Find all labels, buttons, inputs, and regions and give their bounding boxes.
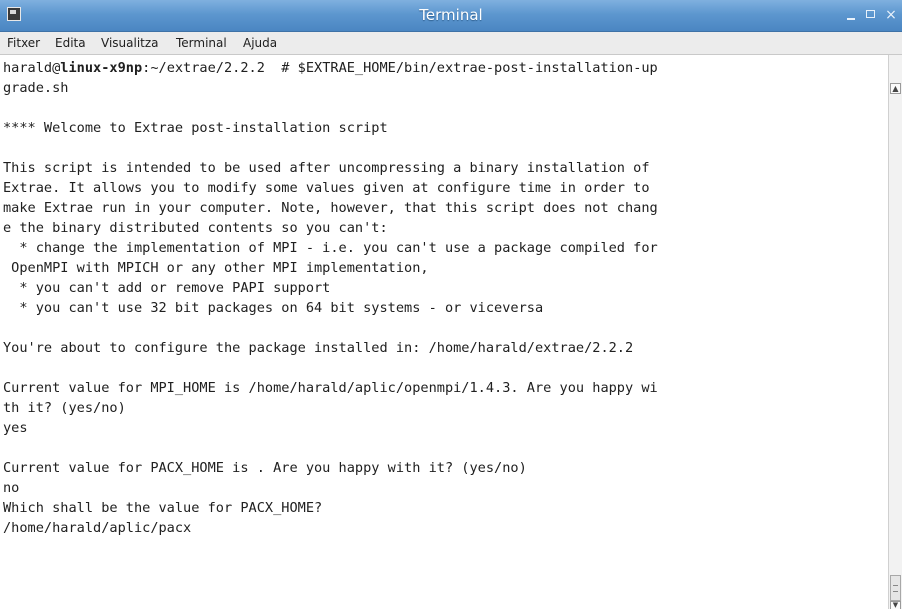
prompt-path: :~/extrae/2.2.2 bbox=[142, 60, 265, 76]
prompt-host: linux-x9np bbox=[60, 60, 143, 76]
terminal-line: make Extrae run in your computer. Note, … bbox=[3, 200, 658, 216]
terminal-line: /home/harald/aplic/pacx bbox=[3, 520, 192, 536]
close-icon: × bbox=[885, 7, 897, 23]
close-button[interactable]: × bbox=[882, 6, 900, 24]
terminal-line: yes bbox=[3, 420, 28, 436]
maximize-icon bbox=[866, 10, 875, 18]
menu-bar: Fitxer Edita Visualitza Terminal Ajuda bbox=[0, 32, 902, 55]
arrow-up-icon: ▲ bbox=[892, 84, 899, 93]
vertical-scrollbar[interactable]: ▲ ▼ bbox=[888, 55, 902, 609]
title-bar[interactable]: Terminal × bbox=[0, 0, 902, 32]
menu-edita[interactable]: Edita bbox=[55, 35, 86, 51]
terminal-line: You're about to configure the package in… bbox=[3, 340, 634, 356]
minimize-icon bbox=[847, 18, 855, 20]
terminal-line: * you can't add or remove PAPI support bbox=[3, 280, 331, 296]
terminal-line: **** Welcome to Extrae post-installation… bbox=[3, 120, 388, 136]
terminal-line: Which shall be the value for PACX_HOME? bbox=[3, 500, 323, 516]
terminal-line: Extrae. It allows you to modify some val… bbox=[3, 180, 650, 196]
window-title: Terminal bbox=[419, 6, 483, 24]
prompt-command: # $EXTRAE_HOME/bin/extrae-post-installat… bbox=[264, 60, 658, 76]
terminal-line: * you can't use 32 bit packages on 64 bi… bbox=[3, 300, 544, 316]
scroll-down-button[interactable]: ▼ bbox=[890, 601, 901, 609]
scroll-thumb[interactable] bbox=[890, 575, 901, 601]
terminal-line: Current value for MPI_HOME is /home/hara… bbox=[3, 380, 658, 396]
terminal-line: grade.sh bbox=[3, 80, 69, 96]
terminal-line: th it? (yes/no) bbox=[3, 400, 126, 416]
menu-visualitza[interactable]: Visualitza bbox=[101, 35, 159, 51]
scroll-up-button[interactable]: ▲ bbox=[890, 83, 901, 94]
minimize-button[interactable] bbox=[842, 6, 860, 24]
prompt-line: harald@linux-x9np:~/extrae/2.2.2 # $EXTR… bbox=[3, 58, 658, 78]
prompt-user: harald@ bbox=[3, 60, 61, 76]
menu-ajuda[interactable]: Ajuda bbox=[243, 35, 277, 51]
terminal-line: This script is intended to be used after… bbox=[3, 160, 650, 176]
terminal-output[interactable]: harald@linux-x9np:~/extrae/2.2.2 # $EXTR… bbox=[0, 55, 888, 609]
terminal-line: OpenMPI with MPICH or any other MPI impl… bbox=[3, 260, 429, 276]
terminal-line: Current value for PACX_HOME is . Are you… bbox=[3, 460, 527, 476]
maximize-button[interactable] bbox=[862, 6, 880, 24]
terminal-line: no bbox=[3, 480, 20, 496]
terminal-line: e the binary distributed contents so you… bbox=[3, 220, 388, 236]
terminal-line: * change the implementation of MPI - i.e… bbox=[3, 240, 658, 256]
menu-fitxer[interactable]: Fitxer bbox=[7, 35, 40, 51]
arrow-down-icon: ▼ bbox=[892, 601, 899, 609]
terminal-window: Terminal × Fitxer Edita Visualitza Termi… bbox=[0, 0, 902, 609]
menu-terminal[interactable]: Terminal bbox=[176, 35, 227, 51]
